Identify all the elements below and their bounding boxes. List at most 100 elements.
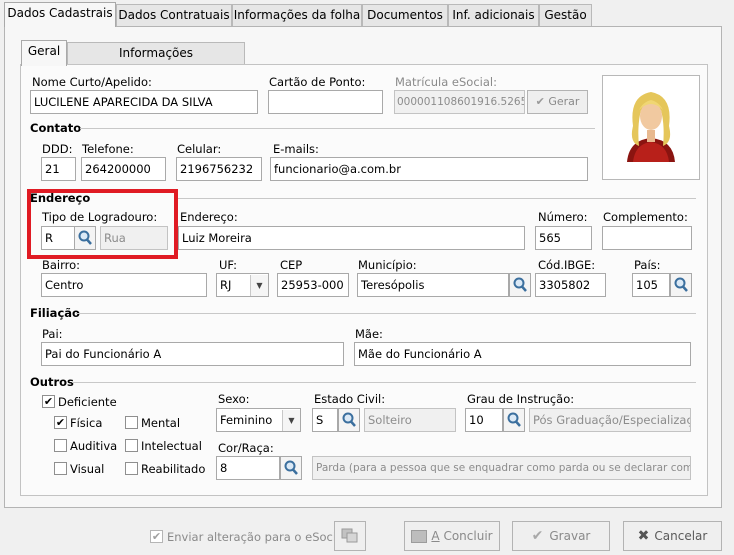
- estado-civil-input[interactable]: S: [312, 408, 338, 432]
- subtab-geral[interactable]: Geral: [21, 40, 67, 66]
- grau-instrucao-input[interactable]: 10: [465, 408, 503, 432]
- reabilitado-checkbox[interactable]: [125, 462, 138, 475]
- tab-documentos[interactable]: Documentos: [362, 4, 448, 26]
- nome-input[interactable]: LUCILENE APARECIDA DA SILVA: [30, 90, 258, 114]
- employee-photo[interactable]: [602, 75, 700, 180]
- search-icon: [284, 460, 298, 475]
- cancelar-button[interactable]: ✖ Cancelar: [623, 521, 722, 551]
- pais-search-button[interactable]: [670, 273, 692, 297]
- intelectual-label: Intelectual: [141, 439, 202, 453]
- mental-label: Mental: [141, 416, 181, 430]
- search-icon: [507, 412, 521, 427]
- grau-instrucao-desc: Pós Graduação/Especialização: [529, 408, 691, 432]
- municipio-search-button[interactable]: [509, 273, 531, 297]
- contato-section-title: Contato: [30, 121, 82, 135]
- celular-input[interactable]: 2196756232: [176, 157, 262, 181]
- pai-input[interactable]: Pai do Funcionário A: [41, 342, 344, 366]
- tab-informacoes-folha[interactable]: Informações da folha: [232, 4, 362, 26]
- telefone-input[interactable]: 264200000: [81, 157, 166, 181]
- sexo-label: Sexo:: [218, 392, 250, 406]
- fisica-checkbox[interactable]: ✔: [54, 416, 67, 429]
- outros-divider: [72, 382, 696, 383]
- visual-label: Visual: [70, 462, 105, 476]
- tab-inf-adicionais[interactable]: Inf. adicionais: [448, 4, 539, 26]
- ibge-label: Cód.IBGE:: [538, 258, 596, 272]
- telefone-label: Telefone:: [82, 142, 134, 156]
- fisica-label: Física: [70, 416, 103, 430]
- estado-civil-label: Estado Civil:: [314, 392, 386, 406]
- endereco-divider: [178, 198, 696, 199]
- deficiente-checkbox[interactable]: ✔: [42, 395, 55, 408]
- ibge-input[interactable]: 3305802: [535, 273, 606, 297]
- sexo-select[interactable]: Feminino ▼: [216, 408, 301, 432]
- printer-icon: [411, 530, 428, 543]
- endereco-label: Endereço:: [180, 210, 238, 224]
- chevron-down-icon: ▼: [282, 410, 300, 431]
- complemento-label: Complemento:: [603, 210, 688, 224]
- pai-label: Pai:: [42, 327, 63, 341]
- cor-raca-label: Cor/Raça:: [218, 441, 274, 455]
- ddd-label: DDD:: [42, 142, 73, 156]
- auditiva-checkbox[interactable]: [54, 439, 67, 452]
- estado-civil-desc: Solteiro: [364, 408, 456, 432]
- cep-label: CEP: [280, 258, 303, 272]
- filiacao-divider: [76, 313, 696, 314]
- matricula-input[interactable]: 000001108601916.526546: [394, 90, 525, 114]
- pais-label: País:: [634, 258, 661, 272]
- deficiente-label: Deficiente: [58, 395, 117, 409]
- chevron-down-icon: ▼: [250, 275, 268, 296]
- search-icon: [674, 277, 688, 292]
- mae-label: Mãe:: [355, 327, 383, 341]
- ddd-input[interactable]: 21: [41, 157, 76, 181]
- reabilitado-label: Reabilitado: [141, 462, 206, 476]
- search-icon: [513, 277, 527, 292]
- contato-divider: [80, 128, 595, 129]
- numero-label: Número:: [538, 210, 588, 224]
- matricula-label: Matrícula eSocial:: [395, 75, 497, 89]
- outros-section-title: Outros: [30, 375, 74, 389]
- female-avatar-icon: [627, 92, 675, 162]
- gravar-button[interactable]: ✔ Gravar: [512, 521, 610, 551]
- uf-label: UF:: [219, 258, 238, 272]
- grau-instrucao-label: Grau de Instrução:: [467, 392, 575, 406]
- cep-input[interactable]: 25953-000: [277, 273, 349, 297]
- cartao-input[interactable]: [268, 90, 383, 114]
- cor-raca-input[interactable]: 8: [216, 456, 280, 480]
- municipio-label: Município:: [358, 258, 417, 272]
- copy-icon: [341, 528, 358, 543]
- visual-checkbox[interactable]: [54, 462, 67, 475]
- cartao-label: Cartão de Ponto:: [269, 75, 366, 89]
- tab-dados-contratuais[interactable]: Dados Contratuais: [116, 4, 232, 26]
- check-icon: ✔: [531, 528, 544, 544]
- highlight-box: [27, 189, 178, 259]
- celular-label: Celular:: [177, 142, 222, 156]
- pais-input[interactable]: 105: [632, 273, 670, 297]
- email-input[interactable]: funcionario@a.com.br: [270, 157, 588, 181]
- bairro-input[interactable]: Centro: [41, 273, 207, 297]
- tab-dados-cadastrais[interactable]: Dados Cadastrais: [4, 2, 116, 27]
- cor-raca-desc: Parda (para a pessoa que se enquadrar co…: [312, 456, 691, 480]
- grau-instrucao-search-button[interactable]: [503, 408, 525, 432]
- mental-checkbox[interactable]: [125, 416, 138, 429]
- tab-gestao[interactable]: Gestão: [539, 4, 592, 26]
- estado-civil-search-button[interactable]: [338, 408, 360, 432]
- gerar-button[interactable]: ✔ Gerar: [527, 90, 588, 114]
- enviar-esocial-checkbox[interactable]: ✔: [150, 530, 163, 543]
- complemento-input[interactable]: [602, 226, 692, 250]
- endereco-input[interactable]: Luiz Moreira: [178, 226, 525, 250]
- mae-input[interactable]: Mãe do Funcionário A: [354, 342, 691, 366]
- concluir-button[interactable]: A Concluir: [404, 521, 500, 551]
- search-icon: [342, 412, 356, 427]
- intelectual-checkbox[interactable]: [125, 439, 138, 452]
- numero-input[interactable]: 565: [535, 226, 592, 250]
- email-label: E-mails:: [273, 142, 319, 156]
- bairro-label: Bairro:: [42, 258, 81, 272]
- check-icon: ✔: [535, 95, 545, 108]
- filiacao-section-title: Filiação: [30, 306, 80, 320]
- nome-label: Nome Curto/Apelido:: [32, 75, 152, 89]
- municipio-input[interactable]: Teresópolis: [357, 273, 509, 297]
- subtab-informacoes-complementares[interactable]: Informações Complementares: [67, 42, 245, 81]
- uf-select[interactable]: RJ ▼: [216, 273, 269, 297]
- esocial-send-button[interactable]: [334, 521, 366, 551]
- cor-raca-search-button[interactable]: [280, 456, 302, 480]
